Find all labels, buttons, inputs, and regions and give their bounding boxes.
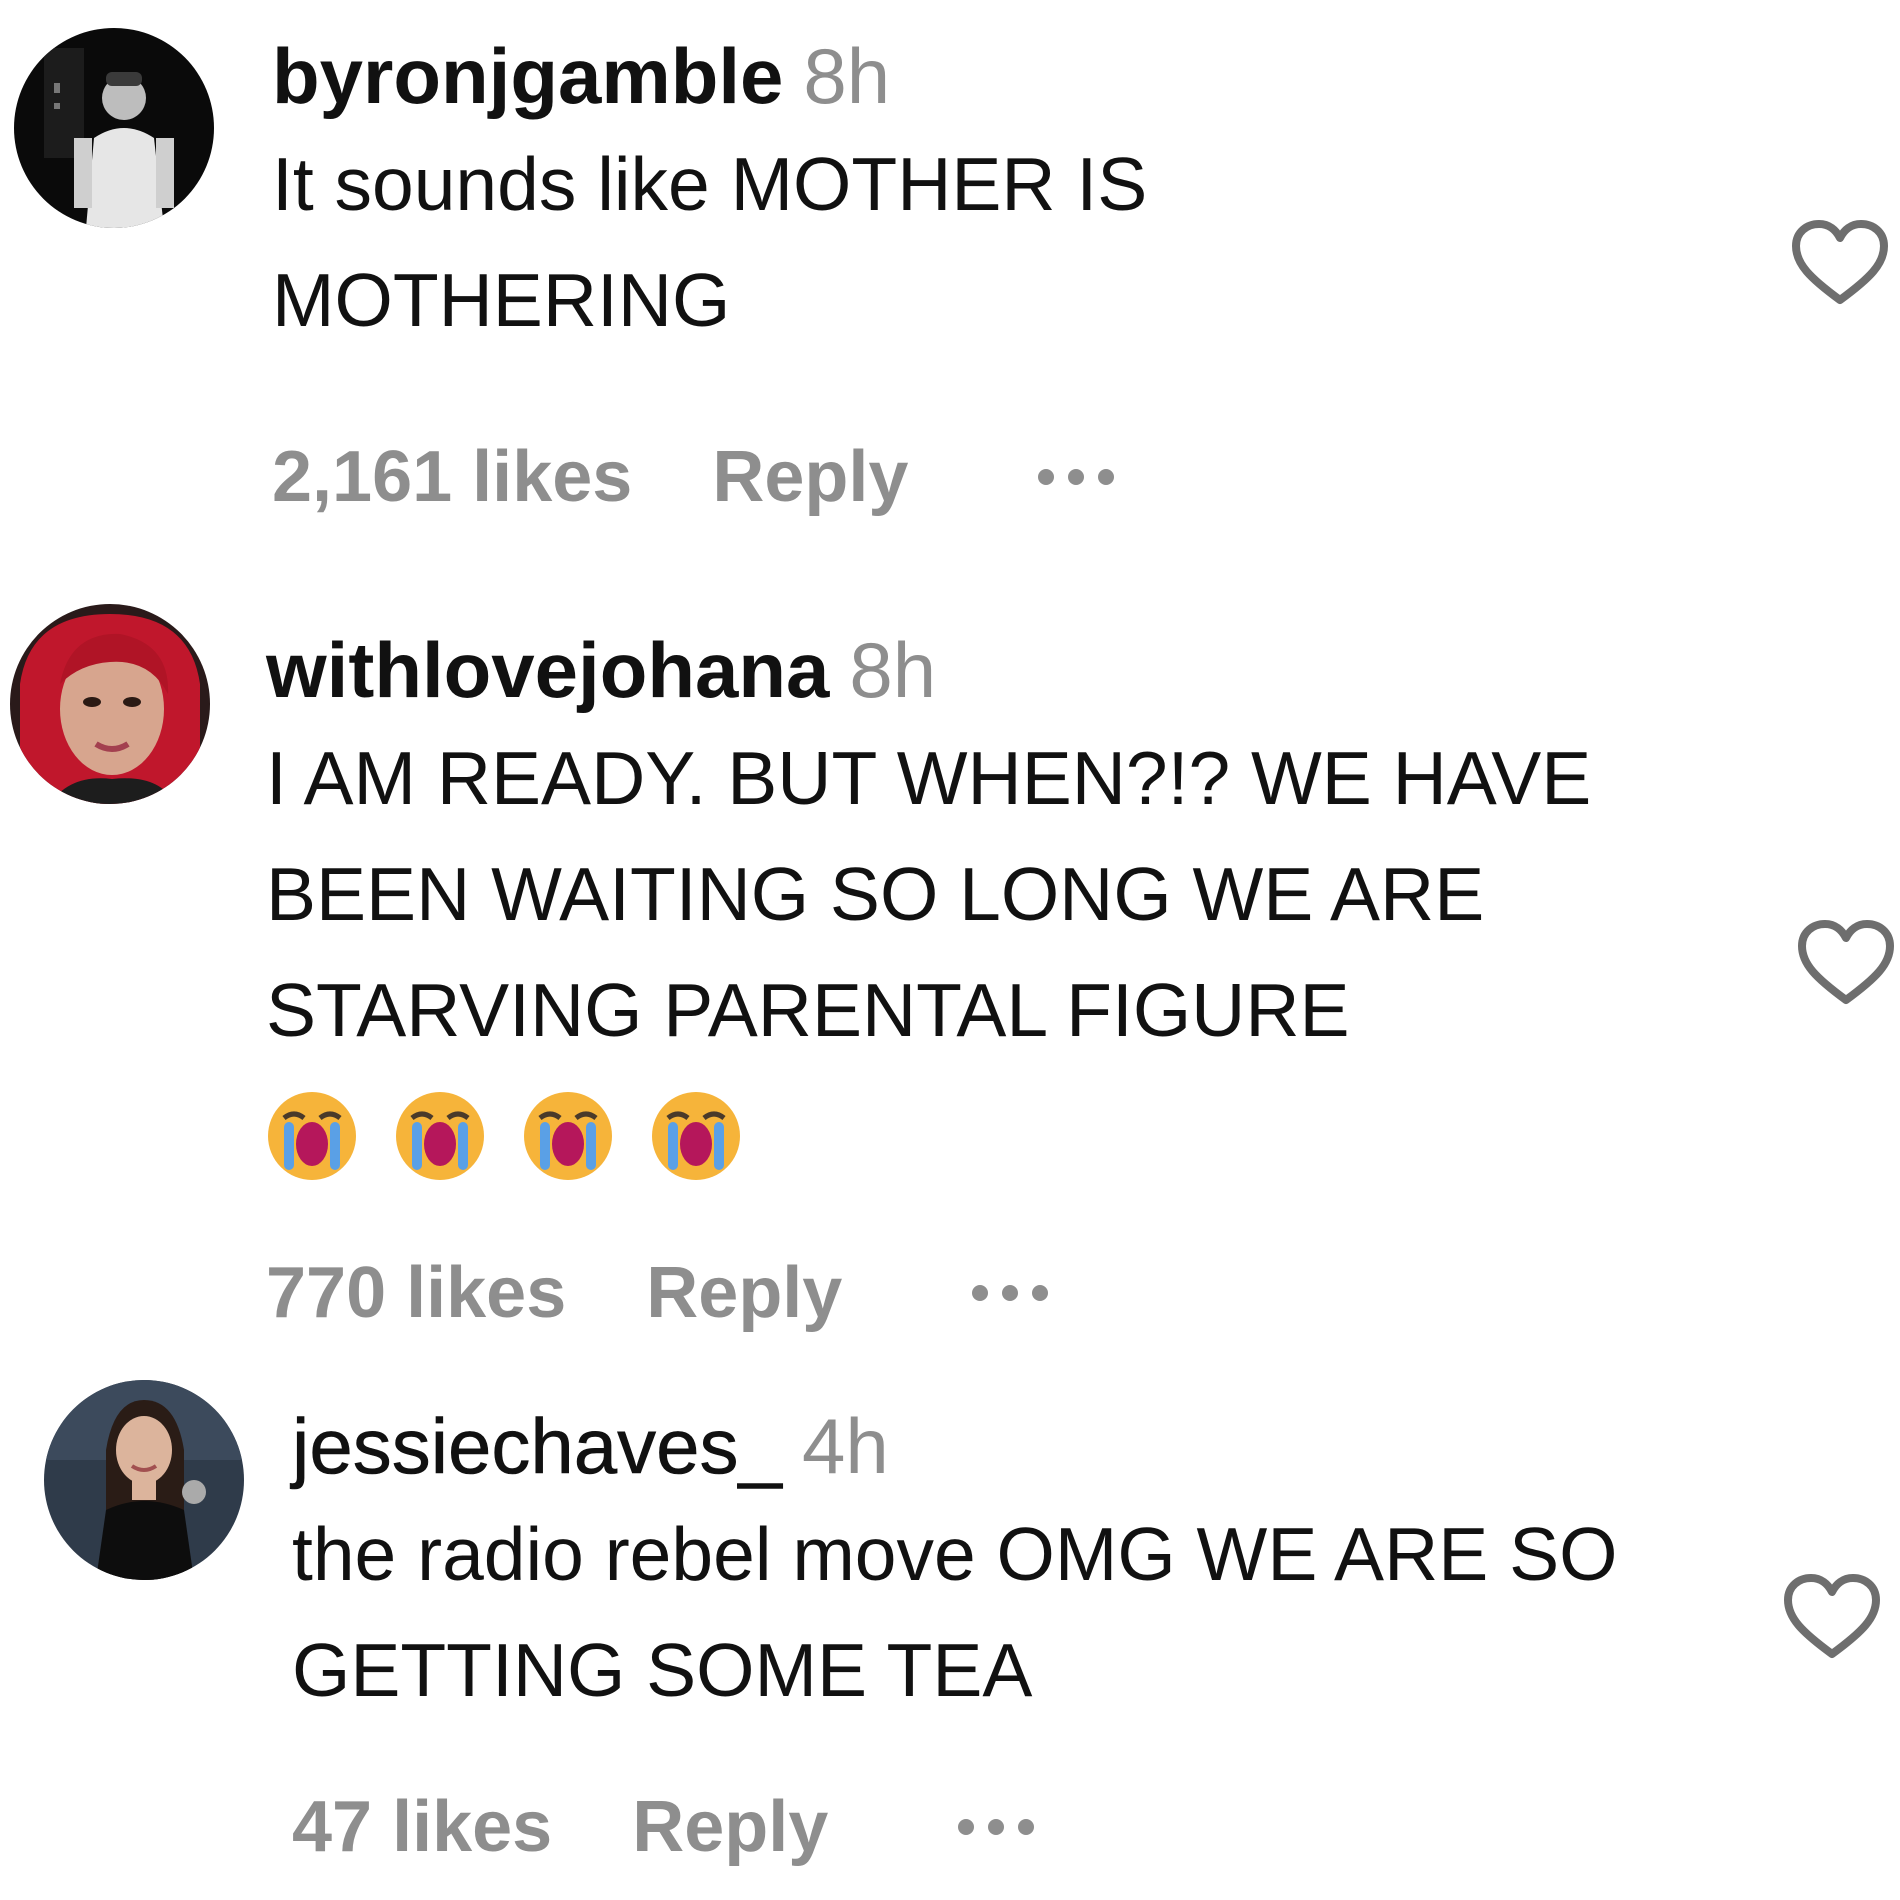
comment-body: jessiechaves_ 4h the radio rebel move OMG… <box>292 1400 1772 1728</box>
comment-text: It sounds like MOTHER IS MOTHERING <box>272 142 1148 342</box>
timestamp: 8h <box>803 32 891 120</box>
avatar[interactable] <box>14 28 214 228</box>
reply-button[interactable]: Reply <box>712 436 908 518</box>
avatar[interactable] <box>10 604 210 804</box>
comment-body: withlovejohana 8h I AM READY. BUT WHEN?!?… <box>266 624 1746 1186</box>
timestamp: 8h <box>849 626 937 714</box>
more-options-icon[interactable] <box>1038 469 1115 485</box>
reply-button[interactable]: Reply <box>646 1252 842 1334</box>
username[interactable]: withlovejohana <box>266 626 829 714</box>
timestamp: 4h <box>801 1402 889 1490</box>
more-options-icon[interactable] <box>972 1285 1049 1301</box>
heart-outline-icon[interactable] <box>1796 918 1896 1008</box>
comment-actions: 770 likes Reply <box>266 1252 1049 1334</box>
heart-outline-icon[interactable] <box>1782 1572 1882 1662</box>
more-options-icon[interactable] <box>958 1819 1035 1835</box>
comment-header: byronjgamble 8h <box>272 30 1752 122</box>
comment-header: withlovejohana 8h <box>266 624 1746 716</box>
loudly-crying-face-icon <box>394 1090 486 1182</box>
emoji-row <box>266 1086 1746 1186</box>
username[interactable]: byronjgamble <box>272 32 783 120</box>
reply-button[interactable]: Reply <box>632 1786 828 1868</box>
comment-body: byronjgamble 8h It sounds like MOTHER IS … <box>272 30 1752 358</box>
heart-outline-icon[interactable] <box>1790 218 1890 308</box>
username[interactable]: jessiechaves_ <box>292 1402 783 1491</box>
likes-count[interactable]: 47 likes <box>292 1786 552 1868</box>
comment-text: I AM READY. BUT WHEN?!? WE HAVE BEEN WAI… <box>266 736 1592 1052</box>
avatar[interactable] <box>44 1380 244 1580</box>
likes-count[interactable]: 770 likes <box>266 1252 566 1334</box>
comment-actions: 2,161 likes Reply <box>272 436 1115 518</box>
comment-actions: 47 likes Reply <box>292 1786 1035 1868</box>
loudly-crying-face-icon <box>650 1090 742 1182</box>
loudly-crying-face-icon <box>522 1090 614 1182</box>
comment-header: jessiechaves_ 4h <box>292 1400 1772 1492</box>
loudly-crying-face-icon <box>266 1090 358 1182</box>
likes-count[interactable]: 2,161 likes <box>272 436 632 518</box>
comment-text: the radio rebel move OMG WE ARE SO GETTI… <box>292 1512 1618 1712</box>
